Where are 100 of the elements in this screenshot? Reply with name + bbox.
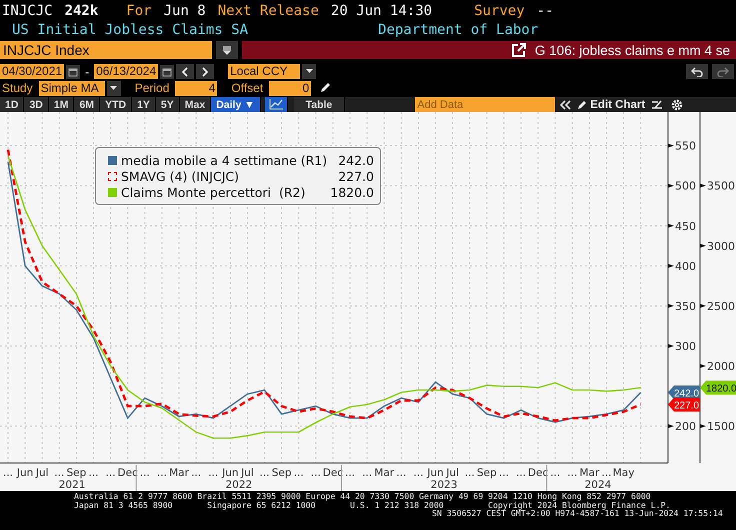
calendar-icon[interactable]	[66, 64, 80, 78]
ticker: INJCJC	[2, 3, 53, 19]
survey-label: Survey	[474, 3, 525, 19]
caret-button[interactable]	[302, 64, 316, 79]
settings-icon[interactable]	[671, 98, 684, 110]
dropdown-button[interactable]	[216, 41, 238, 59]
last-value: 242k	[64, 3, 98, 19]
axis-label: 2500	[707, 300, 735, 313]
pencil-icon[interactable]	[319, 82, 332, 94]
axis-label: Sep	[476, 467, 497, 479]
axis-label: ...	[106, 467, 116, 479]
period-tab[interactable]: 6M	[74, 97, 100, 112]
axis-label: Jul	[241, 467, 254, 479]
axis-label: ...	[464, 467, 475, 479]
period-tab[interactable]: Max	[180, 97, 212, 112]
axis-label: 2000	[707, 360, 735, 373]
axis-label: 300	[675, 340, 696, 353]
add-data-field[interactable]: Add Data	[415, 97, 556, 112]
legend-value: 1820.0	[330, 184, 374, 200]
edit-chart-button[interactable]: Edit Chart	[575, 97, 648, 112]
caret-button[interactable]	[106, 80, 121, 96]
period-field[interactable]: 4	[175, 80, 218, 96]
offset-field[interactable]: 0	[269, 80, 312, 96]
legend-label: SMAVG (4) (INJCJC)	[121, 168, 240, 184]
security-field[interactable]: INJCJC Index	[0, 41, 212, 59]
axis-label: ...	[567, 467, 578, 479]
axis-label: ...	[191, 467, 202, 479]
axis-label: ...	[294, 467, 304, 479]
period-tab[interactable]: 1D	[0, 97, 24, 112]
undo-icon	[691, 66, 703, 76]
line-chart-icon	[268, 99, 283, 110]
axis-label: ...	[3, 467, 13, 479]
footer-text: Japan 81 3 4565 8900 Singapore 65 6212 1000 U.S. 1 212 318 2000 Copyright 2024 Bloomberg Finance L.P.	[73, 500, 670, 510]
period-tab[interactable]: 3D	[24, 97, 49, 112]
footer-text: SN 3506527 CEST GMT+2:00 H974-4587-161 13-Jun-2024 17:55:14	[432, 509, 724, 518]
axis-label: ...	[602, 467, 612, 479]
collapse-icon[interactable]	[559, 100, 572, 110]
year-label: 2022	[225, 479, 252, 491]
offset-label: Offset	[231, 81, 264, 95]
redo-icon	[717, 66, 729, 76]
period-tab[interactable]: 1Y	[132, 97, 156, 112]
axis-label: ...	[396, 467, 406, 479]
period-tab[interactable]: 5Y	[156, 97, 180, 112]
axis-label: ...	[345, 467, 355, 479]
currency-field[interactable]: Local CCY	[228, 64, 300, 79]
axis-label: Dec	[118, 467, 138, 479]
axis-label: Dec	[322, 467, 344, 479]
axis-label: ...	[362, 467, 372, 479]
axis-label: Dec	[528, 467, 548, 479]
axis-label: Jul	[36, 467, 49, 479]
caret-icon	[306, 69, 313, 74]
study-field[interactable]: Simple MA	[38, 80, 105, 96]
axis-label: Mar	[580, 467, 600, 479]
period-tab[interactable]: 1M	[48, 97, 74, 112]
next-release-label: Next Release	[218, 3, 319, 19]
annotate-icon[interactable]	[651, 98, 664, 110]
legend-label: Claims Monte percettori (R2)	[121, 184, 306, 200]
next-release-date: 20 Jun 14:30	[330, 3, 432, 19]
start-date-field[interactable]: 04/30/2021	[0, 64, 64, 79]
end-date-field[interactable]: 06/13/2024	[94, 64, 158, 79]
chevron-right-icon	[201, 66, 210, 76]
axis-label: 450	[675, 220, 696, 233]
source-name: Department of Labor	[378, 22, 538, 38]
caret-icon	[110, 86, 118, 90]
next-button[interactable]	[196, 64, 214, 79]
popout-icon[interactable]	[510, 42, 527, 58]
undo-button[interactable]	[686, 64, 708, 79]
axis-label: 500	[675, 180, 696, 193]
legend-label: media mobile a 4 settimane (R1)	[121, 152, 328, 168]
value-tag: 1820.0	[700, 380, 736, 395]
axis-label: 550	[675, 140, 696, 153]
period-tab[interactable]: YTD	[100, 97, 132, 112]
study-label: Study	[2, 81, 33, 95]
calendar-icon[interactable]	[160, 64, 174, 78]
footer-text: Australia 61 2 9777 8600 Brazil 5511 2395 9000 Europe 44 20 7330 7500 Germany 49 69 9204 1210 Hong Kong 852 2977 6000	[73, 492, 652, 501]
year-label: 2023	[430, 479, 458, 491]
year-label: 2021	[58, 479, 86, 491]
axis-label: ...	[208, 467, 218, 479]
previous-button[interactable]	[176, 64, 194, 79]
axis-label: ...	[140, 467, 150, 479]
year-label: 2024	[584, 479, 612, 491]
legend-value: 242.0	[338, 152, 374, 168]
axis-label: 3500	[707, 180, 735, 193]
axis-label: ...	[54, 467, 64, 479]
axis-label: ...	[413, 467, 424, 479]
period-tab[interactable]: Daily ▼	[211, 97, 261, 112]
axis-label: ...	[498, 467, 509, 479]
legend-value: 227.0	[338, 168, 374, 184]
table-button[interactable]: Table	[294, 97, 346, 112]
date-separator: -	[85, 64, 90, 78]
axis-label: May	[612, 467, 634, 479]
axis-label: ...	[260, 467, 270, 479]
menu-caret-icon	[222, 45, 232, 55]
axis-label: ...	[88, 467, 98, 479]
for-date: Jun 8	[164, 3, 206, 19]
axis-label: Jun	[222, 467, 238, 479]
chart-type-button[interactable]	[264, 97, 288, 112]
axis-label: 1500	[707, 420, 735, 434]
axis-label: ...	[550, 467, 560, 479]
axis-label: Jun	[427, 467, 444, 479]
